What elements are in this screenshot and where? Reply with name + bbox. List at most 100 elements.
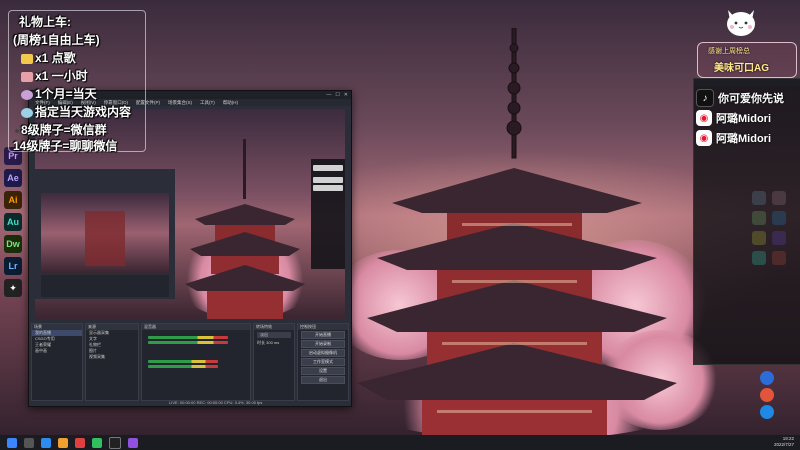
dot-icon [15,128,19,133]
windows-start-icon[interactable] [7,437,17,448]
menu-scene-collection[interactable]: 场景集合(S) [168,100,192,106]
weibo-icon: ◉ [696,110,712,126]
exit-button[interactable]: 退出 [301,376,345,384]
social-link-douyin[interactable]: ♪ 你可爱你先说 [694,89,800,107]
app-icon[interactable] [760,405,774,419]
app-icon[interactable] [752,251,766,265]
controls-dock[interactable]: 控制按钮 开始直播 开始录制 启动虚拟摄像机 工作室模式 设置 退出 [297,323,349,401]
app-icon[interactable] [772,191,786,205]
duration-label: 时长 [257,340,265,345]
social-link-weibo[interactable]: ◉ 阿璐Midori [694,109,800,127]
app-icon[interactable] [752,191,766,205]
gift-subtitle: (周榜1自由上车) [13,33,100,47]
window-controls: — ☐ ✕ [326,92,351,98]
start-recording-button[interactable]: 开始录制 [301,340,345,348]
browser-icon[interactable] [41,437,51,448]
app-icon[interactable] [128,437,138,448]
settings-button[interactable]: 设置 [301,367,345,375]
badge-line2: 美味可口AG [714,63,769,74]
source-item[interactable]: 视频采集 [86,354,138,360]
lightroom-icon[interactable]: Lr [4,257,22,275]
social-label: 你可爱你先说 [718,93,784,105]
cake-icon [21,71,33,82]
desktop-icons-right [754,368,794,422]
nested-chat-panel [311,159,345,269]
character-icon-2 [21,107,33,118]
gift-item-text: x1 点歌 [35,51,76,65]
audio-meter [148,336,228,339]
app-icon[interactable] [772,211,786,225]
chat-panel: ♪ 你可爱你先说 ◉ 阿璐Midori ◉ 阿璐Midori [693,78,800,365]
duration-row: 时长 300 ms [254,340,294,346]
transitions-dock[interactable]: 转场特效 淡出 时长 300 ms [253,323,295,401]
pagoda-silhouette [357,28,677,438]
clock-date: 2022/7/27 [773,442,794,447]
scenes-dock[interactable]: 场景 我的直播 CSGO专用 王者荣耀 画中画 [31,323,83,401]
transition-select[interactable]: 淡出 [257,332,291,338]
thanks-badge: 感谢上周榜总 美味可口AG [697,42,797,78]
gift-item-text: 14级牌子=聊聊微信 [13,139,118,153]
dock-title: 控制按钮 [298,324,348,330]
studio-mode-button[interactable]: 工作室模式 [301,358,345,366]
gift-item: x1 一小时 [21,67,88,84]
duration-value[interactable]: 300 ms [266,340,279,345]
gift-item: 14级牌子=聊聊微信 [13,137,117,154]
gift-item-text: 指定当天游戏内容 [35,105,132,119]
gift-item: 1个月=当天 [21,85,97,102]
social-label: 阿璐Midori [716,133,771,145]
close-icon[interactable]: ✕ [344,92,348,98]
wechat-icon[interactable] [92,437,102,448]
obs-docks: 场景 我的直播 CSGO专用 王者荣耀 画中画 来源 显示器采集 文字 礼物栏 … [29,323,351,406]
obs-status-bar: LIVE: 00:00:00 REC: 00:00:00 CPU: 3.4%, … [169,400,263,405]
sources-dock[interactable]: 来源 显示器采集 文字 礼物栏 图片 视频采集 [85,323,139,401]
audition-icon[interactable]: Au [4,213,22,231]
desktop-icons: Pr Ae Ai Au Dw Lr ✦ [2,145,24,301]
audio-meter [148,365,218,368]
app-icon[interactable] [760,388,774,402]
badge-line1: 感谢上周榜总 [708,48,750,55]
minimize-icon[interactable]: — [326,92,331,98]
gift-item: 8级牌子=微信群 [15,121,107,138]
maximize-icon[interactable]: ☐ [335,92,339,98]
tiktok-icon: ♪ [696,89,714,107]
gift-overlay: 礼物上车: (周榜1自由上车) x1 点歌 x1 一小时 1个月=当天 指定当天… [8,10,146,154]
virtual-camera-button[interactable]: 启动虚拟摄像机 [301,349,345,357]
app-icon[interactable]: ✦ [4,279,22,297]
cat-mascot-icon [727,10,755,36]
illustrator-icon[interactable]: Ai [4,191,22,209]
app-icon[interactable] [752,231,766,245]
character-icon [21,89,33,100]
app-icon[interactable] [75,437,85,448]
gift-item: x1 点歌 [21,49,76,66]
app-icon[interactable] [772,251,786,265]
gift-item-text: x1 一小时 [35,69,88,83]
after-effects-icon[interactable]: Ae [4,169,22,187]
weibo-icon: ◉ [696,130,712,146]
gift-title: 礼物上车: [19,15,71,29]
dreamweaver-icon[interactable]: Dw [4,235,22,253]
social-label: 阿璐Midori [716,113,771,125]
gift-item: 指定当天游戏内容 [21,103,131,120]
social-link-weibo[interactable]: ◉ 阿璐Midori [694,129,800,147]
chat-icon-grid [752,191,796,265]
menu-tools[interactable]: 工具(T) [200,100,215,106]
audio-meter [148,360,218,363]
search-icon[interactable] [24,437,34,448]
system-clock[interactable]: 19:22 2022/7/27 [774,436,794,448]
app-icon[interactable] [760,371,774,385]
audio-mixer-dock[interactable]: 混音器 [141,323,251,401]
folder-icon[interactable] [58,437,68,448]
gift-item-text: 1个月=当天 [35,87,97,101]
gold-bar-icon [21,53,33,64]
obs-icon[interactable] [109,436,121,449]
nested-obs-preview [35,169,175,299]
start-streaming-button[interactable]: 开始直播 [301,331,345,339]
menu-help[interactable]: 帮助(H) [223,100,238,106]
chat-panel-header [694,79,800,87]
gift-item-text: 8级牌子=微信群 [21,123,107,137]
preview-pagoda [185,139,305,319]
scene-item[interactable]: 画中画 [32,348,82,354]
app-icon[interactable] [752,211,766,225]
dock-title: 混音器 [142,324,250,330]
app-icon[interactable] [772,231,786,245]
